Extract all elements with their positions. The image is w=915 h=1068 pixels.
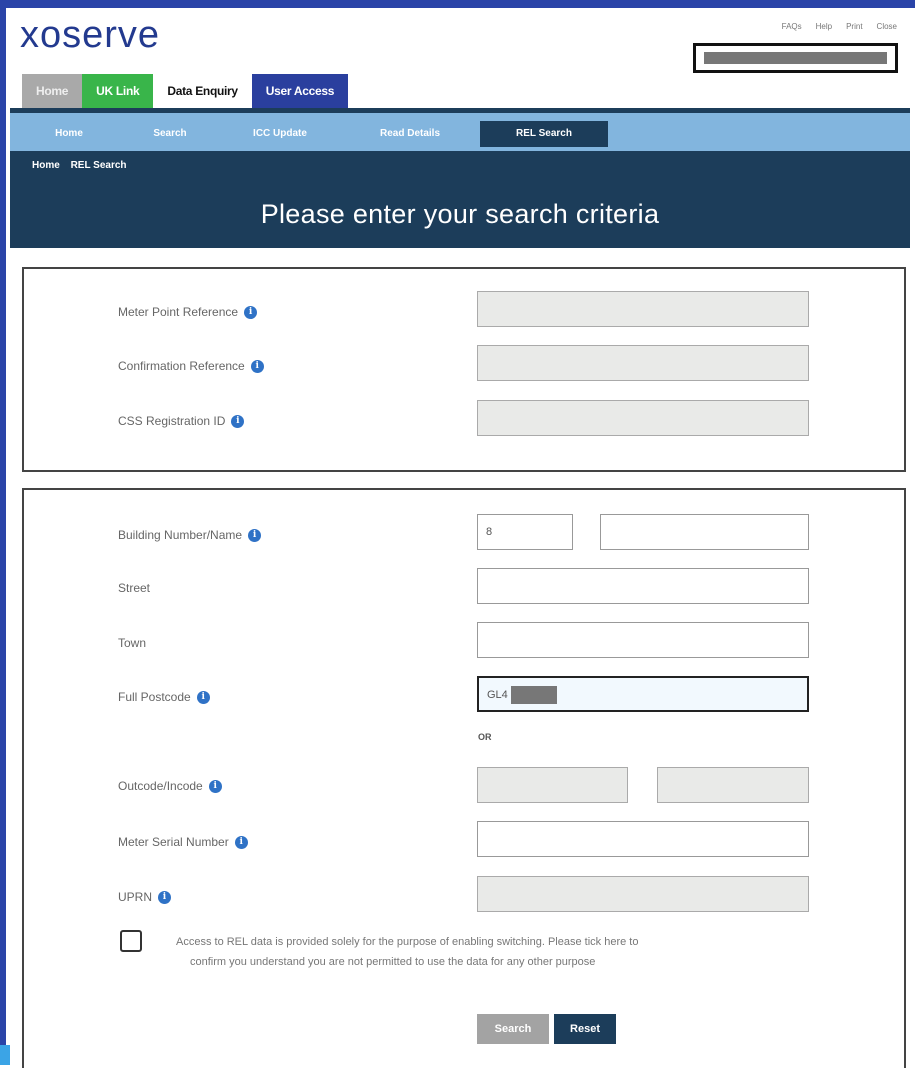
info-icon[interactable]: i xyxy=(196,690,210,704)
incode-input[interactable] xyxy=(657,767,809,803)
outcode-input[interactable] xyxy=(477,767,628,803)
town-input[interactable] xyxy=(477,622,809,658)
subnav-home[interactable]: Home xyxy=(34,121,104,147)
breadcrumb: Home REL Search xyxy=(32,160,135,171)
subnav-icc-update[interactable]: ICC Update xyxy=(230,121,330,147)
confirmation-reference-label: Confirmation Reference i xyxy=(118,356,264,376)
top-border-stripe xyxy=(0,0,915,8)
tab-data-enquiry[interactable]: Data Enquiry xyxy=(153,74,252,108)
subnav-read-details[interactable]: Read Details xyxy=(355,121,465,147)
info-icon[interactable]: i xyxy=(244,305,258,319)
outcode-incode-label: Outcode/Incode i xyxy=(118,776,222,796)
street-input[interactable] xyxy=(477,568,809,604)
street-label: Street xyxy=(118,581,151,595)
tab-home[interactable]: Home xyxy=(22,74,83,108)
info-icon[interactable]: i xyxy=(234,835,248,849)
top-links: FAQs Help Print Close xyxy=(782,22,897,31)
uprn-input[interactable] xyxy=(477,876,809,912)
faqs-link[interactable]: FAQs xyxy=(782,22,802,31)
postcode-value: GL4 xyxy=(487,689,508,701)
building-number-input[interactable]: 8 xyxy=(477,514,573,550)
sub-nav: Home Search ICC Update Read Details REL … xyxy=(10,111,910,151)
page-header: Home REL Search Please enter your search… xyxy=(10,151,910,248)
info-icon[interactable]: i xyxy=(250,359,264,373)
redacted-user-info xyxy=(693,43,898,73)
meter-serial-number-label: Meter Serial Number i xyxy=(118,832,248,852)
css-registration-id-input[interactable] xyxy=(477,400,809,436)
consent-checkbox[interactable] xyxy=(120,930,142,952)
xoserve-logo: xoserve xyxy=(20,14,161,56)
left-border-stripe xyxy=(0,0,6,1065)
reset-button[interactable]: Reset xyxy=(554,1014,616,1044)
print-link[interactable]: Print xyxy=(846,22,862,31)
meter-point-reference-input[interactable] xyxy=(477,291,809,327)
info-icon[interactable]: i xyxy=(231,414,245,428)
subnav-search[interactable]: Search xyxy=(130,121,210,147)
subnav-rel-search[interactable]: REL Search xyxy=(480,121,608,147)
info-icon[interactable]: i xyxy=(208,779,222,793)
tab-user-access[interactable]: User Access xyxy=(251,74,349,108)
confirmation-reference-input[interactable] xyxy=(477,345,809,381)
corner-accent xyxy=(0,1045,10,1065)
town-label: Town xyxy=(118,636,147,650)
full-postcode-label: Full Postcode i xyxy=(118,687,210,707)
css-registration-id-label: CSS Registration ID i xyxy=(118,411,245,431)
tab-uk-link[interactable]: UK Link xyxy=(82,74,154,108)
building-name-input[interactable] xyxy=(600,514,809,550)
consent-text: Access to REL data is provided solely fo… xyxy=(176,936,639,968)
meter-point-reference-label: Meter Point Reference i xyxy=(118,302,258,322)
info-icon[interactable]: i xyxy=(158,890,172,904)
reference-search-panel: Meter Point Reference i Confirmation Ref… xyxy=(22,267,906,472)
breadcrumb-rel-search: REL Search xyxy=(70,160,127,171)
breadcrumb-home[interactable]: Home xyxy=(32,160,60,171)
uprn-label: UPRN i xyxy=(118,887,172,907)
help-link[interactable]: Help xyxy=(816,22,832,31)
or-divider-text: OR xyxy=(478,732,492,742)
redacted-postcode xyxy=(510,686,557,705)
search-button[interactable]: Search xyxy=(477,1014,549,1044)
meter-serial-number-input[interactable] xyxy=(477,821,809,857)
info-icon[interactable]: i xyxy=(248,528,262,542)
main-tabs: Home UK Link Data Enquiry User Access xyxy=(22,74,349,108)
full-postcode-input[interactable]: GL4 xyxy=(477,676,809,712)
address-search-panel: Building Number/Name i 8 Street Town Ful… xyxy=(22,488,906,1068)
close-link[interactable]: Close xyxy=(877,22,897,31)
building-number-name-label: Building Number/Name i xyxy=(118,525,262,545)
page-title: Please enter your search criteria xyxy=(260,199,660,229)
